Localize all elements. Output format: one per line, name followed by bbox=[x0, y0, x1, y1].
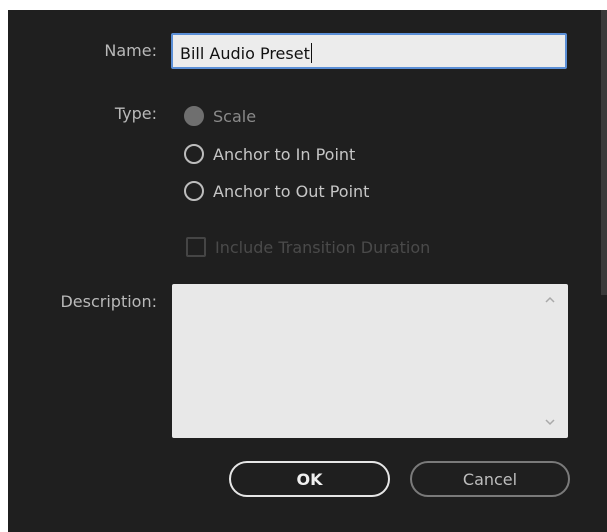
include-transition-label: Include Transition Duration bbox=[215, 237, 431, 257]
radio-option-anchor-out[interactable]: Anchor to Out Point bbox=[184, 179, 369, 203]
cancel-button[interactable]: Cancel bbox=[410, 461, 570, 497]
chevron-up-icon[interactable] bbox=[544, 294, 556, 306]
radio-anchor-out-icon bbox=[184, 181, 204, 201]
radio-anchor-in-icon bbox=[184, 144, 204, 164]
text-caret bbox=[310, 43, 312, 63]
radio-scale-icon bbox=[184, 106, 204, 126]
radio-option-anchor-in[interactable]: Anchor to In Point bbox=[184, 142, 355, 166]
include-transition-checkbox-row: Include Transition Duration bbox=[186, 235, 430, 259]
name-label: Name: bbox=[104, 41, 157, 60]
name-input-value: Bill Audio Preset bbox=[180, 44, 310, 63]
description-label: Description: bbox=[60, 292, 157, 311]
radio-anchor-in-label: Anchor to In Point bbox=[213, 144, 356, 164]
name-input[interactable]: Bill Audio Preset bbox=[171, 33, 567, 69]
dialog-panel bbox=[8, 10, 607, 532]
window-left-edge bbox=[0, 0, 8, 532]
panel-scrollbar[interactable] bbox=[601, 10, 607, 295]
chevron-down-icon[interactable] bbox=[544, 416, 556, 428]
window-top-edge bbox=[0, 0, 607, 10]
description-textarea[interactable] bbox=[172, 284, 568, 438]
ok-button[interactable]: OK bbox=[229, 461, 390, 497]
radio-anchor-out-label: Anchor to Out Point bbox=[213, 181, 370, 201]
type-label: Type: bbox=[114, 104, 157, 123]
radio-option-scale[interactable]: Scale bbox=[184, 104, 256, 128]
radio-scale-label: Scale bbox=[213, 106, 257, 126]
include-transition-checkbox bbox=[186, 237, 206, 257]
